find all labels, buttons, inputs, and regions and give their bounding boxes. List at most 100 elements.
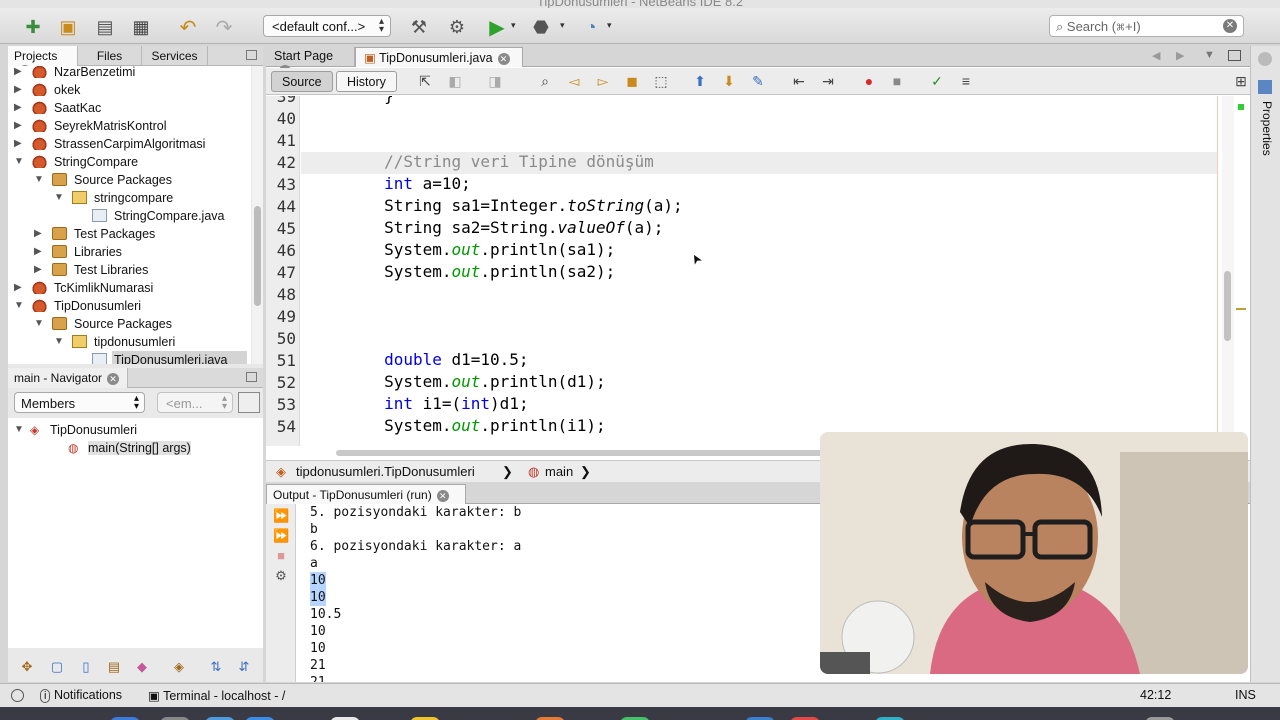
tab-navigator[interactable]: main - Navigator ✕ bbox=[8, 368, 128, 388]
expanded-icon[interactable]: ▼ bbox=[54, 336, 64, 347]
run-dropdown-icon[interactable]: ▾ bbox=[511, 20, 516, 31]
members-filter-select[interactable]: Members ▴ ▾ bbox=[14, 392, 145, 413]
project-tree-scrollbar[interactable] bbox=[252, 66, 263, 364]
source-button[interactable]: Source bbox=[271, 71, 333, 92]
clear-search-icon[interactable]: ✕ bbox=[1223, 19, 1237, 33]
tab-services[interactable]: Services bbox=[142, 46, 208, 66]
scroll-thumb[interactable] bbox=[1224, 271, 1231, 341]
build-hammer-icon[interactable]: ⚒ bbox=[408, 16, 430, 38]
code-line[interactable]: double d1=10.5; bbox=[301, 350, 1218, 372]
collapsed-icon[interactable]: ▶ bbox=[14, 282, 22, 293]
new-file-icon[interactable]: ✚ bbox=[22, 16, 44, 38]
prev-bookmark-icon[interactable]: ⬆ bbox=[691, 73, 709, 89]
collapsed-icon[interactable]: ▶ bbox=[14, 138, 22, 149]
shift-right-icon[interactable]: ⇥ bbox=[819, 73, 837, 89]
clean-build-icon[interactable]: ⚙ bbox=[446, 16, 468, 38]
properties-label[interactable]: Properties bbox=[1256, 101, 1274, 201]
run-icon[interactable]: ▶ bbox=[486, 16, 508, 39]
back-icon[interactable]: ◧ bbox=[446, 73, 464, 89]
debug-dropdown-icon[interactable]: ▾ bbox=[560, 20, 565, 31]
profile-icon[interactable]: ◔ bbox=[580, 16, 602, 38]
code-line[interactable]: String sa1=Integer.toString(a); bbox=[301, 196, 1218, 218]
tab-scroll-right-icon[interactable]: ▶ bbox=[1176, 49, 1184, 62]
code-line[interactable]: System.out.println(sa2); bbox=[301, 262, 1218, 284]
tab-files[interactable]: Files bbox=[78, 46, 142, 66]
forward-icon[interactable]: ◨ bbox=[486, 73, 504, 89]
expanded-icon[interactable]: ▼ bbox=[54, 192, 64, 203]
properties-icon[interactable] bbox=[1258, 80, 1272, 94]
tab-start-page[interactable]: Start Page✕ bbox=[266, 47, 355, 77]
split-icon[interactable]: ⊞ bbox=[1232, 73, 1250, 89]
editor-horizontal-scrollbar[interactable] bbox=[336, 450, 826, 456]
search-input[interactable]: ⌕ Search (⌘+I) ✕ bbox=[1049, 15, 1244, 37]
rect-select-icon[interactable]: ⬚ bbox=[652, 73, 670, 89]
stop-macro-icon[interactable]: ■ bbox=[888, 73, 906, 89]
toggle-highlight-icon[interactable]: ◼ bbox=[623, 73, 641, 89]
debug-icon[interactable]: ⬣ bbox=[530, 16, 552, 38]
profile-dropdown-icon[interactable]: ▾ bbox=[607, 20, 612, 31]
minimize-icon[interactable] bbox=[246, 372, 257, 382]
close-icon[interactable]: ✕ bbox=[107, 373, 120, 385]
configuration-select[interactable]: <default conf...> ▴ ▾ bbox=[263, 15, 391, 37]
save-all-icon[interactable]: ▦ bbox=[130, 16, 152, 38]
close-icon[interactable]: ✕ bbox=[436, 490, 449, 502]
notifications-button[interactable]: i Notifications bbox=[40, 688, 122, 703]
collapsed-icon[interactable]: ▶ bbox=[14, 84, 22, 95]
lock-icon[interactable]: ▤ bbox=[106, 659, 122, 675]
tab-projects[interactable]: Projects✕ bbox=[8, 46, 78, 77]
expanded-icon[interactable]: ▼ bbox=[14, 300, 24, 311]
code-line[interactable]: //String veri Tipine dönüşüm bbox=[301, 152, 1218, 174]
terminal-button[interactable]: ▣ Terminal - localhost - / bbox=[148, 688, 285, 703]
close-icon[interactable]: ✕ bbox=[497, 53, 510, 65]
expanded-icon[interactable]: ▼ bbox=[14, 424, 24, 435]
find-next-icon[interactable]: ▻ bbox=[594, 73, 612, 89]
inherited-icon[interactable]: ◆ bbox=[134, 659, 150, 675]
toggle-bookmark-icon[interactable]: ✎ bbox=[749, 73, 767, 89]
navigator-filter-button[interactable] bbox=[238, 392, 260, 413]
static-icon[interactable]: ▢ bbox=[49, 659, 65, 675]
uncomment-icon[interactable]: ≡ bbox=[957, 73, 975, 89]
stop-icon[interactable]: ■ bbox=[273, 548, 289, 564]
editor-vertical-scrollbar[interactable] bbox=[1222, 96, 1234, 446]
expanded-icon[interactable]: ▼ bbox=[34, 318, 44, 329]
shift-left-icon[interactable]: ⇤ bbox=[790, 73, 808, 89]
code-line[interactable] bbox=[301, 130, 1218, 152]
rerun-with-args-icon[interactable]: ⏩ bbox=[273, 528, 289, 544]
code-line[interactable]: String sa2=String.valueOf(a); bbox=[301, 218, 1218, 240]
breadcrumb-method[interactable]: main bbox=[545, 464, 573, 479]
next-bookmark-icon[interactable]: ⬇ bbox=[720, 73, 738, 89]
code-line[interactable] bbox=[301, 284, 1218, 306]
find-previous-icon[interactable]: ◅ bbox=[565, 73, 583, 89]
code-line[interactable]: int i1=(int)d1; bbox=[301, 394, 1218, 416]
comment-icon[interactable]: ✓ bbox=[928, 73, 946, 89]
code-line[interactable]: } bbox=[301, 96, 1218, 108]
sort-name-icon[interactable]: ⇅ bbox=[208, 659, 224, 675]
new-project-icon[interactable]: ▣ bbox=[57, 16, 79, 38]
sort-source-icon[interactable]: ⇵ bbox=[236, 659, 252, 675]
settings-icon[interactable]: ⚙ bbox=[273, 568, 289, 584]
collapsed-icon[interactable]: ▶ bbox=[34, 246, 42, 257]
collapsed-icon[interactable]: ▶ bbox=[14, 102, 22, 113]
tab-tipdonusumleri-java[interactable]: ▣ TipDonusumleri.java ✕ bbox=[355, 47, 523, 67]
fields-icon[interactable]: ✥ bbox=[19, 659, 35, 675]
status-icon[interactable] bbox=[11, 689, 24, 702]
palette-icon[interactable] bbox=[1258, 52, 1272, 66]
last-edit-icon[interactable]: ⇱ bbox=[416, 73, 434, 89]
code-line[interactable] bbox=[301, 306, 1218, 328]
tab-output[interactable]: Output - TipDonusumleri (run) ✕ bbox=[266, 484, 466, 504]
minimize-icon[interactable] bbox=[246, 50, 257, 60]
non-public-icon[interactable]: ▯ bbox=[78, 659, 94, 675]
undo-icon[interactable]: ↶ bbox=[177, 16, 199, 39]
code-line[interactable]: int a=10; bbox=[301, 174, 1218, 196]
tree-item[interactable]: TipDonusumleri.java bbox=[92, 351, 247, 364]
open-project-icon[interactable]: ▤ bbox=[94, 16, 116, 38]
expanded-icon[interactable]: ▼ bbox=[14, 156, 24, 167]
scroll-thumb[interactable] bbox=[254, 206, 261, 306]
rerun-icon[interactable]: ⏩ bbox=[273, 508, 289, 524]
expanded-icon[interactable]: ▼ bbox=[34, 174, 44, 185]
collapsed-icon[interactable]: ▶ bbox=[34, 264, 42, 275]
code-line[interactable] bbox=[301, 328, 1218, 350]
code-line[interactable] bbox=[301, 108, 1218, 130]
empty-filter-select[interactable]: <em... ▴ ▾ bbox=[157, 392, 233, 413]
code-line[interactable]: System.out.println(d1); bbox=[301, 372, 1218, 394]
